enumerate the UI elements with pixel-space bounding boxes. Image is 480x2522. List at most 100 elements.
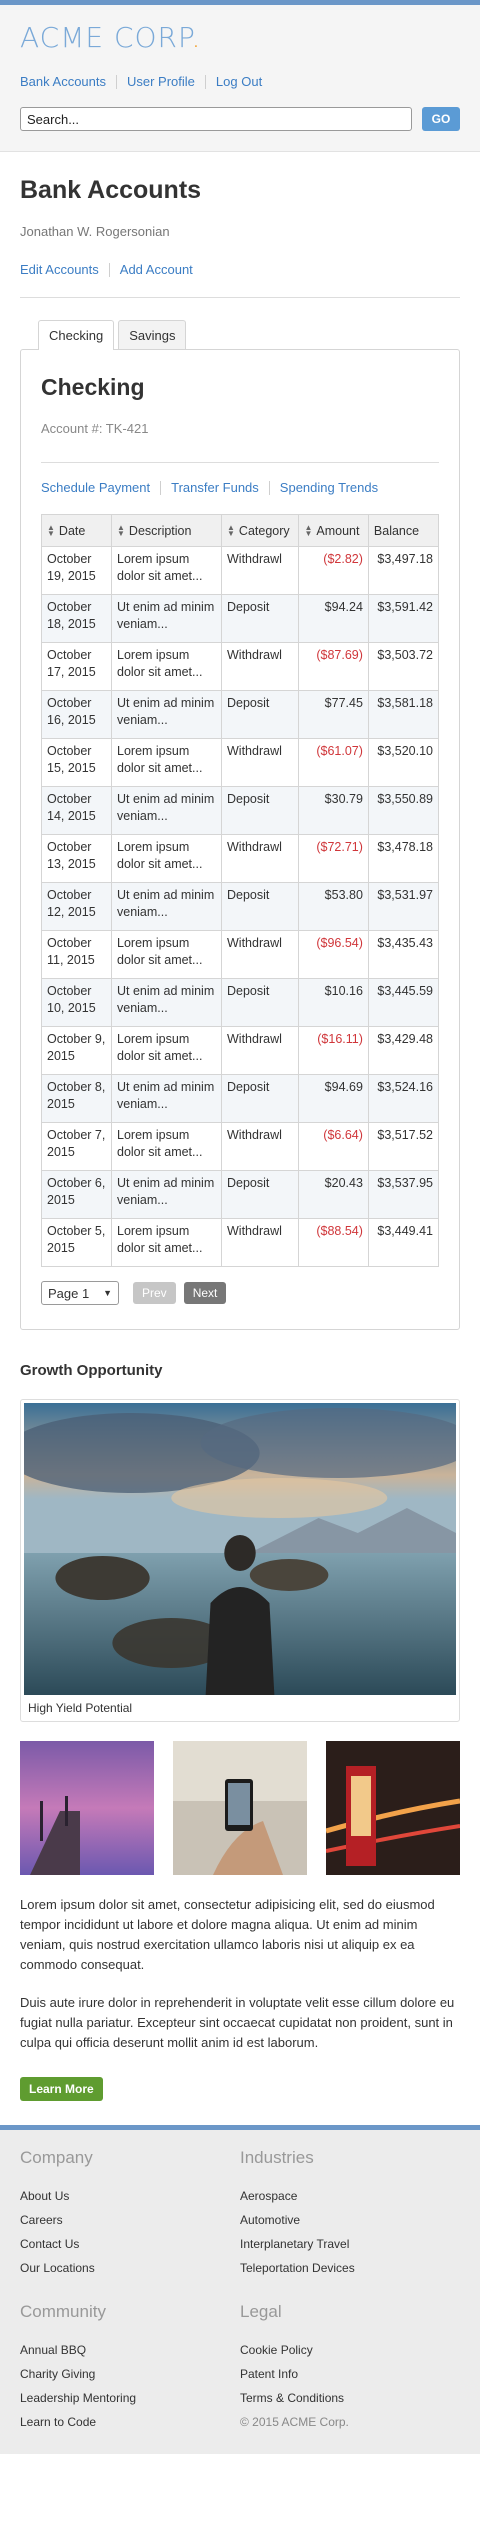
cell-category: Deposit xyxy=(220,594,300,643)
cell-amount: ($96.54) xyxy=(298,930,369,979)
page-select[interactable]: Page 1 ▼ xyxy=(41,1281,119,1305)
edit-accounts-link[interactable]: Edit Accounts xyxy=(20,263,110,277)
sort-icon: ▲ ▼ xyxy=(47,523,55,539)
footer-link[interactable]: Careers xyxy=(20,2208,240,2232)
sort-icon: ▲ ▼ xyxy=(304,523,313,539)
cell-category: Withdrawl xyxy=(220,738,300,787)
table-header-row: ▲ ▼ Date ▲ ▼ Description ▲ ▼ Category ▲ ▼ Amount… xyxy=(41,514,440,547)
account-number: Account #: TK-421 xyxy=(41,421,149,436)
column-header-date[interactable]: ▲ ▼ Date xyxy=(41,514,112,547)
cell-date: October 16, 2015 xyxy=(41,690,112,739)
thumbnail-pier[interactable] xyxy=(20,1741,154,1875)
cell-category: Withdrawl xyxy=(220,930,300,979)
footer-heading: Legal xyxy=(240,2302,282,2321)
footer-link[interactable]: Contact Us xyxy=(20,2232,240,2256)
footer-link[interactable]: Terms & Conditions xyxy=(240,2386,460,2410)
table-row: October 19, 2015 Lorem ipsum dolor sit am… xyxy=(41,546,440,595)
prev-button[interactable]: Prev xyxy=(133,1282,176,1304)
account-actions: Edit Accounts Add Account xyxy=(20,263,460,277)
site-footer: Company About Us Careers Contact Us Our … xyxy=(0,2125,480,2454)
cell-balance: $3,591.42 xyxy=(367,594,440,643)
cell-date: October 12, 2015 xyxy=(41,882,112,931)
add-account-link[interactable]: Add Account xyxy=(120,263,203,277)
table-row: October 5, 2015 Lorem ipsum dolor sit ame… xyxy=(41,1218,440,1267)
footer-link[interactable]: Charity Giving xyxy=(20,2362,240,2386)
cell-balance: $3,581.18 xyxy=(367,690,440,739)
footer-link[interactable]: Teleportation Devices xyxy=(240,2256,460,2280)
page-title: Bank Accounts xyxy=(20,176,202,204)
cell-description: Lorem ipsum dolor sit amet... xyxy=(111,834,222,883)
cell-amount: $94.24 xyxy=(298,594,369,643)
schedule-payment-link[interactable]: Schedule Payment xyxy=(41,481,162,495)
column-header-category[interactable]: ▲ ▼ Category xyxy=(220,514,300,547)
thumbnail-row xyxy=(20,1741,460,1875)
footer-link[interactable]: Cookie Policy xyxy=(240,2338,460,2362)
thumbnail-phone-booth[interactable] xyxy=(326,1741,460,1875)
footer-link[interactable]: Leadership Mentoring xyxy=(20,2386,240,2410)
cell-category: Withdrawl xyxy=(220,642,300,691)
footer-link[interactable]: About Us xyxy=(20,2184,240,2208)
learn-more-button[interactable]: Learn More xyxy=(20,2077,103,2101)
tab-checking[interactable]: Checking xyxy=(38,320,115,350)
table-row: October 13, 2015 Lorem ipsum dolor sit am… xyxy=(41,834,440,883)
cell-balance: $3,497.18 xyxy=(367,546,440,595)
account-panel: Checking Account #: TK-421 Schedule Paym… xyxy=(20,349,460,1330)
cell-balance: $3,517.52 xyxy=(367,1122,440,1171)
cell-category: Deposit xyxy=(220,1170,300,1219)
cell-balance: $3,429.48 xyxy=(367,1026,440,1075)
cell-date: October 11, 2015 xyxy=(41,930,112,979)
cell-description: Lorem ipsum dolor sit amet... xyxy=(111,642,222,691)
next-button[interactable]: Next xyxy=(183,1282,227,1304)
cell-amount: ($2.82) xyxy=(298,546,369,595)
cell-balance: $3,449.41 xyxy=(367,1218,440,1267)
copyright: © 2015 ACME Corp. xyxy=(240,2415,349,2429)
cell-amount: $94.69 xyxy=(298,1074,369,1123)
cell-balance: $3,445.59 xyxy=(367,978,440,1027)
go-button[interactable]: GO xyxy=(422,107,460,131)
column-header-balance: Balance xyxy=(367,514,440,547)
cell-amount: $10.16 xyxy=(298,978,369,1027)
transfer-funds-link[interactable]: Transfer Funds xyxy=(171,481,270,495)
cell-balance: $3,550.89 xyxy=(367,786,440,835)
footer-link[interactable]: Patent Info xyxy=(240,2362,460,2386)
nav-log-out[interactable]: Log Out xyxy=(216,75,272,89)
footer-link[interactable]: Automotive xyxy=(240,2208,460,2232)
pagination: Page 1 ▼ Prev Next xyxy=(41,1281,439,1305)
column-header-description[interactable]: ▲ ▼ Description xyxy=(111,514,222,547)
cell-date: October 19, 2015 xyxy=(41,546,112,595)
top-nav: Bank Accounts User Profile Log Out xyxy=(20,73,460,91)
nav-user-profile[interactable]: User Profile xyxy=(127,75,206,89)
cell-date: October 9, 2015 xyxy=(41,1026,112,1075)
tab-savings[interactable]: Savings xyxy=(118,320,187,349)
spending-trends-link[interactable]: Spending Trends xyxy=(280,481,388,495)
cell-description: Ut enim ad minim veniam... xyxy=(111,594,222,643)
table-row: October 8, 2015 Ut enim ad minim veniam..… xyxy=(41,1074,440,1123)
column-header-amount[interactable]: ▲ ▼ Amount xyxy=(298,514,369,547)
cell-category: Withdrawl xyxy=(220,1026,300,1075)
footer-link[interactable]: Our Locations xyxy=(20,2256,240,2280)
cell-date: October 5, 2015 xyxy=(41,1218,112,1267)
cell-date: October 13, 2015 xyxy=(41,834,112,883)
cell-date: October 10, 2015 xyxy=(41,978,112,1027)
footer-link[interactable]: Interplanetary Travel xyxy=(240,2232,460,2256)
table-row: October 17, 2015 Lorem ipsum dolor sit am… xyxy=(41,642,440,691)
footer-link[interactable]: Aerospace xyxy=(240,2184,460,2208)
cell-amount: ($87.69) xyxy=(298,642,369,691)
featured-image-card: High Yield Potential xyxy=(20,1399,460,1722)
cell-category: Deposit xyxy=(220,1074,300,1123)
cell-category: Deposit xyxy=(220,690,300,739)
cell-description: Lorem ipsum dolor sit amet... xyxy=(111,1218,222,1267)
thumbnail-phone[interactable] xyxy=(173,1741,307,1875)
brand-logo[interactable]: ACME CORP. xyxy=(20,19,460,57)
footer-heading: Community xyxy=(20,2302,106,2321)
footer-link[interactable]: Annual BBQ xyxy=(20,2338,240,2362)
cell-amount: ($6.64) xyxy=(298,1122,369,1171)
footer-link[interactable]: Learn to Code xyxy=(20,2410,240,2434)
nav-bank-accounts[interactable]: Bank Accounts xyxy=(20,75,117,89)
search-bar: GO xyxy=(20,107,460,131)
cell-balance: $3,520.10 xyxy=(367,738,440,787)
table-row: October 6, 2015 Ut enim ad minim veniam..… xyxy=(41,1170,440,1219)
cell-balance: $3,435.43 xyxy=(367,930,440,979)
search-input[interactable] xyxy=(20,107,412,131)
footer-industries: Industries Aerospace Automotive Interpla… xyxy=(240,2148,460,2280)
